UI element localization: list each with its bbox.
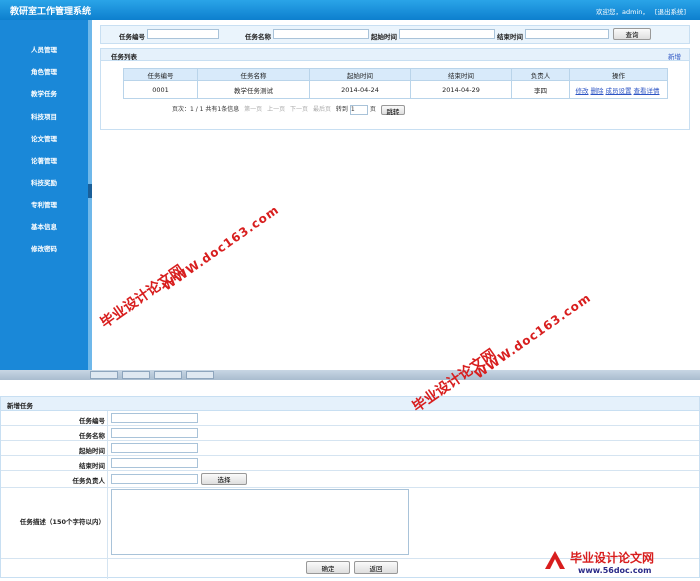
view-details-link[interactable]: 查看详情 (634, 87, 660, 95)
select-owner-button[interactable]: 选择 (201, 473, 247, 485)
col-owner: 负责人 (511, 68, 570, 81)
taskbar-item[interactable] (154, 371, 182, 379)
form-row-start-time: 起始时间 (1, 441, 699, 456)
end-time-label: 结束时间 (497, 33, 523, 41)
sidebar-item-research-projects[interactable]: 科技项目 (0, 111, 88, 121)
taskbar-item[interactable] (186, 371, 214, 379)
sidebar-item-basic-info[interactable]: 基本信息 (0, 221, 88, 231)
goto-label: 转到 (335, 106, 348, 113)
col-start-time: 起始时间 (309, 68, 411, 81)
task-table: 任务编号 任务名称 起始时间 结束时间 负责人 操作 0001 教学任务测试 2… (123, 68, 668, 99)
start-time-field[interactable] (111, 443, 198, 453)
sidebar-item-papers[interactable]: 论文管理 (0, 133, 88, 143)
task-list-header: 任务列表 新增 (101, 49, 689, 61)
task-no-input[interactable] (147, 29, 219, 39)
query-button[interactable]: 查询 (613, 28, 651, 40)
col-task-name: 任务名称 (197, 68, 310, 81)
description-label: 任务描述（150个字符以内） (19, 518, 105, 526)
sidebar-item-patents[interactable]: 专利管理 (0, 199, 88, 209)
collapse-arrow-icon[interactable] (88, 184, 92, 198)
cell-task-no: 0001 (123, 80, 198, 99)
sidebar-item-change-password[interactable]: 修改密码 (0, 243, 88, 253)
start-time-input[interactable] (399, 29, 495, 39)
confirm-button[interactable]: 确定 (306, 561, 350, 574)
sidebar-item-personnel[interactable]: 人员管理 (0, 44, 88, 54)
description-textarea[interactable] (111, 489, 409, 555)
task-list-panel: 任务列表 新增 任务编号 任务名称 起始时间 结束时间 负责人 操作 0001 … (100, 48, 690, 130)
table-row: 0001 教学任务测试 2014-04-24 2014-04-29 李四 修改删… (123, 80, 668, 99)
form-row-owner: 任务负责人 选择 (1, 471, 699, 488)
watermark-url: WWW.doc163.com (472, 290, 594, 382)
member-settings-link[interactable]: 成员设置 (606, 87, 632, 95)
pagination: 页次：1 / 1 共有1条信息 第一页 上一页 下一页 最后页 转到 1 页 跳转 (172, 104, 405, 116)
cell-end-time: 2014-04-29 (410, 80, 512, 99)
jump-button[interactable]: 跳转 (380, 104, 405, 116)
delete-link[interactable]: 删除 (591, 87, 604, 95)
search-bar: 任务编号 任务名称 起始时间 结束时间 查询 (100, 25, 690, 44)
end-time-input[interactable] (525, 29, 609, 39)
task-no-label: 任务编号 (119, 33, 145, 41)
task-name-input[interactable] (273, 29, 369, 39)
end-time-label: 结束时间 (79, 462, 105, 470)
form-row-task-name: 任务名称 (1, 426, 699, 441)
form-row-end-time: 结束时间 (1, 456, 699, 471)
sidebar-item-teaching-tasks[interactable]: 教学任务 (0, 88, 88, 98)
task-no-field[interactable] (111, 413, 198, 423)
task-name-field[interactable] (111, 428, 198, 438)
sidebar-item-roles[interactable]: 角色管理 (0, 66, 88, 76)
sidebar: 人员管理 角色管理 教学任务 科技项目 论文管理 论著管理 科技奖励 专利管理 … (0, 20, 88, 370)
task-name-label: 任务名称 (245, 33, 271, 41)
table-header-row: 任务编号 任务名称 起始时间 结束时间 负责人 操作 (123, 68, 668, 81)
page-unit: 页 (369, 106, 376, 113)
last-page-link[interactable]: 最后页 (313, 106, 331, 113)
end-time-field[interactable] (111, 458, 198, 468)
user-welcome: 欢迎您，admin， [退出系统] (596, 6, 686, 16)
cell-owner: 李四 (511, 80, 570, 99)
watermark-url: WWW.doc163.com (160, 202, 282, 294)
cell-actions: 修改 删除 成员设置 查看详情 (569, 80, 668, 99)
owner-label: 任务负责人 (72, 477, 106, 485)
site-logo-icon (545, 551, 565, 569)
app-header (0, 0, 700, 20)
col-end-time: 结束时间 (410, 68, 512, 81)
task-name-label: 任务名称 (79, 432, 105, 440)
col-actions: 操作 (569, 68, 668, 81)
sidebar-item-monographs[interactable]: 论著管理 (0, 155, 88, 165)
edit-link[interactable]: 修改 (576, 87, 589, 95)
page-summary: 页次：1 / 1 共有1条信息 (172, 106, 240, 113)
goto-page-input[interactable]: 1 (349, 104, 368, 115)
logo-title: 毕业设计论文网 (570, 551, 655, 565)
logout-link[interactable]: [退出系统] (655, 8, 686, 16)
taskbar-item[interactable] (90, 371, 118, 379)
cell-start-time: 2014-04-24 (309, 80, 411, 99)
back-button[interactable]: 返回 (354, 561, 398, 574)
next-page-link[interactable]: 下一页 (290, 106, 308, 113)
logo-url: www.56doc.com (578, 566, 652, 575)
form-row-task-no: 任务编号 (1, 411, 699, 426)
welcome-text: 欢迎您，admin， (596, 8, 649, 16)
taskbar-item[interactable] (122, 371, 150, 379)
col-task-no: 任务编号 (123, 68, 198, 81)
taskbar (0, 370, 700, 380)
form-header: 新增任务 (1, 397, 699, 411)
cell-task-name: 教学任务测试 (197, 80, 310, 99)
add-task-link[interactable]: 新增 (668, 51, 681, 61)
app-title: 教研室工作管理系统 (10, 7, 92, 17)
form-title: 新增任务 (7, 402, 33, 410)
task-no-label: 任务编号 (79, 417, 105, 425)
sidebar-item-awards[interactable]: 科技奖励 (0, 177, 88, 187)
first-page-link[interactable]: 第一页 (244, 106, 262, 113)
task-list-title: 任务列表 (111, 53, 137, 61)
prev-page-link[interactable]: 上一页 (267, 106, 285, 113)
start-time-label: 起始时间 (79, 447, 105, 455)
owner-field[interactable] (111, 474, 198, 484)
start-time-label: 起始时间 (371, 33, 397, 41)
